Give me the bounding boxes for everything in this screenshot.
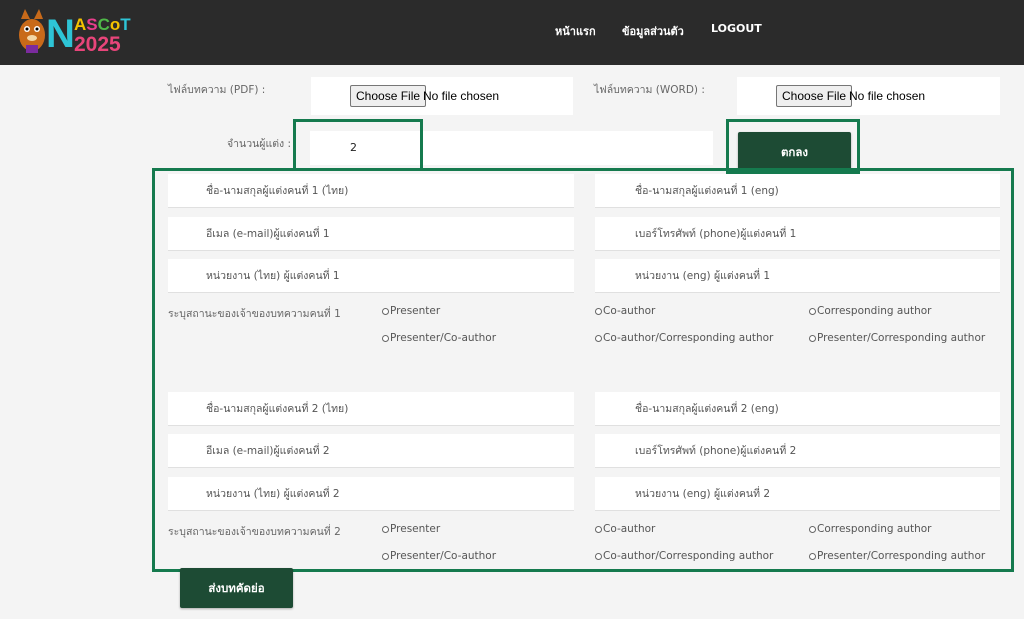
- word-file-label: ไฟล์บทความ (WORD) :: [594, 84, 705, 96]
- author-count-input[interactable]: 2: [310, 131, 713, 165]
- author2-radio-coauthor-corresponding[interactable]: Co-author/Corresponding author: [595, 550, 773, 562]
- svg-text:ASCoT: ASCoT: [74, 15, 131, 34]
- author2-radio-presenter[interactable]: Presenter: [382, 523, 440, 535]
- pdf-file-status: No file chosen: [423, 89, 500, 103]
- author1-org-en-input[interactable]: หน่วยงาน (eng) ผู้แต่งคนที่ 1: [595, 259, 1000, 293]
- word-choose-file-button[interactable]: Choose File: [776, 85, 853, 107]
- author1-status-label: ระบุสถานะของเจ้าของบทความคนที่ 1: [168, 308, 341, 320]
- author2-org-th-input[interactable]: หน่วยงาน (ไทย) ผู้แต่งคนที่ 2: [168, 477, 574, 511]
- author2-radio-presenter-corresponding[interactable]: Presenter/Corresponding author: [809, 550, 985, 562]
- author1-email-input[interactable]: อีเมล (e-mail)ผู้แต่งคนที่ 1: [168, 217, 574, 251]
- author2-radio-coauthor[interactable]: Co-author: [595, 523, 655, 535]
- tiger-mascot-icon: [19, 9, 45, 53]
- svg-text:2025: 2025: [74, 33, 121, 56]
- word-file-status: No file chosen: [849, 89, 926, 103]
- radio-circle-icon[interactable]: [809, 334, 816, 342]
- author2-status-label: ระบุสถานะของเจ้าของบทความคนที่ 2: [168, 526, 341, 538]
- author2-radio-corresponding[interactable]: Corresponding author: [809, 523, 932, 535]
- radio-circle-icon[interactable]: [382, 525, 389, 533]
- author1-radio-coauthor[interactable]: Co-author: [595, 305, 655, 317]
- radio-circle-icon[interactable]: [809, 307, 816, 315]
- radio-circle-icon[interactable]: [595, 525, 602, 533]
- radio-circle-icon[interactable]: [382, 307, 389, 315]
- author1-name-en-input[interactable]: ชื่อ-นามสกุลผู้แต่งคนที่ 1 (eng): [595, 174, 1000, 208]
- author2-radio-presenter-coauthor[interactable]: Presenter/Co-author: [382, 550, 496, 562]
- confirm-button[interactable]: ตกลง: [738, 132, 851, 172]
- author1-radio-presenter-corresponding[interactable]: Presenter/Corresponding author: [809, 332, 985, 344]
- radio-circle-icon[interactable]: [809, 552, 816, 560]
- word-file-box: Choose File No file chosen: [737, 77, 1000, 115]
- radio-circle-icon[interactable]: [595, 334, 602, 342]
- author2-org-en-input[interactable]: หน่วยงาน (eng) ผู้แต่งคนที่ 2: [595, 477, 1000, 511]
- nascot-logo[interactable]: N ASCoT 2025: [16, 5, 161, 57]
- pdf-file-box: Choose File No file chosen: [311, 77, 573, 115]
- author2-name-th-input[interactable]: ชื่อ-นามสกุลผู้แต่งคนที่ 2 (ไทย): [168, 392, 574, 426]
- nav-home[interactable]: หน้าแรก: [555, 22, 596, 40]
- author1-radio-presenter[interactable]: Presenter: [382, 305, 440, 317]
- author1-radio-corresponding[interactable]: Corresponding author: [809, 305, 932, 317]
- author1-radio-coauthor-corresponding[interactable]: Co-author/Corresponding author: [595, 332, 773, 344]
- author1-name-th-input[interactable]: ชื่อ-นามสกุลผู้แต่งคนที่ 1 (ไทย): [168, 174, 574, 208]
- pdf-file-label: ไฟล์บทความ (PDF) :: [168, 84, 266, 96]
- nav-profile[interactable]: ข้อมูลส่วนตัว: [622, 22, 684, 40]
- radio-circle-icon[interactable]: [595, 552, 602, 560]
- radio-circle-icon[interactable]: [595, 307, 602, 315]
- author-count-value: 2: [350, 141, 357, 154]
- nav-logout[interactable]: LOGOUT: [711, 22, 762, 35]
- author1-radio-presenter-coauthor[interactable]: Presenter/Co-author: [382, 332, 496, 344]
- author2-email-input[interactable]: อีเมล (e-mail)ผู้แต่งคนที่ 2: [168, 434, 574, 468]
- pdf-choose-file-button[interactable]: Choose File: [350, 85, 427, 107]
- author1-phone-input[interactable]: เบอร์โทรศัพท์ (phone)ผู้แต่งคนที่ 1: [595, 217, 1000, 251]
- radio-circle-icon[interactable]: [382, 334, 389, 342]
- navbar: N ASCoT 2025 หน้าแรก ข้อมูลส่วนตัว LOGOU…: [0, 0, 1024, 65]
- author-count-label: จำนวนผู้แต่ง :: [227, 138, 292, 150]
- radio-circle-icon[interactable]: [809, 525, 816, 533]
- svg-text:N: N: [46, 12, 75, 56]
- submit-abstract-button[interactable]: ส่งบทคัดย่อ: [180, 568, 293, 608]
- author2-name-en-input[interactable]: ชื่อ-นามสกุลผู้แต่งคนที่ 2 (eng): [595, 392, 1000, 426]
- radio-circle-icon[interactable]: [382, 552, 389, 560]
- author2-phone-input[interactable]: เบอร์โทรศัพท์ (phone)ผู้แต่งคนที่ 2: [595, 434, 1000, 468]
- author1-org-th-input[interactable]: หน่วยงาน (ไทย) ผู้แต่งคนที่ 1: [168, 259, 574, 293]
